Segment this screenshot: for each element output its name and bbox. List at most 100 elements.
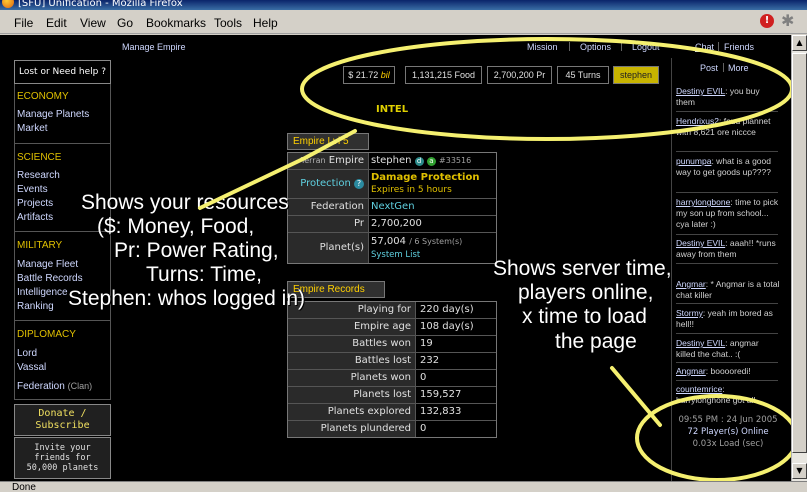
sidebar-item-battle-records[interactable]: Battle Records	[17, 273, 83, 284]
empire-key-label: Empire	[328, 155, 364, 166]
record-value: 159,527	[420, 389, 462, 400]
menu-file[interactable]: File	[14, 16, 33, 30]
intel-link[interactable]: INTEL	[376, 104, 408, 115]
record-key: Planets lost	[288, 387, 416, 403]
sidebar-item-events[interactable]: Events	[17, 184, 48, 195]
sidebar-item-intelligence[interactable]: Intelligence	[17, 287, 68, 298]
federation-value[interactable]: NextGen	[371, 199, 415, 215]
money-value: $ 21.72	[348, 70, 379, 80]
federation-row: Federation NextGen	[288, 199, 496, 216]
chat-link[interactable]: Chat	[695, 42, 714, 52]
chat-message: Destiny EVIL: aaah!! *runs away from the…	[676, 238, 780, 260]
sidebar-item-artifacts[interactable]: Artifacts	[17, 212, 53, 223]
sidebar-item-market[interactable]: Market	[17, 123, 48, 134]
page-viewport: Manage Empire Mission | Options | Logout…	[0, 35, 791, 481]
chat-user[interactable]: Angmar	[676, 279, 706, 289]
sidebar-item-ranking[interactable]: Ranking	[17, 301, 54, 312]
annotation-resources-line: Turns: Time,	[146, 263, 262, 286]
section-science: SCIENCE	[17, 152, 62, 163]
chat-user[interactable]: Angmar	[676, 366, 706, 376]
chat-user[interactable]: harrylongbone	[676, 197, 730, 207]
record-value: 108 day(s)	[420, 321, 474, 332]
chat-user[interactable]: Destiny EVIL	[676, 86, 725, 96]
chat-message: Destiny EVIL: you buy them	[676, 86, 780, 108]
menu-view[interactable]: View	[80, 16, 106, 30]
manage-empire-link[interactable]: Manage Empire	[122, 42, 186, 52]
logout-link[interactable]: Logout	[632, 42, 660, 52]
sidebar-item-manage-planets[interactable]: Manage Planets	[17, 109, 89, 120]
money-badge: $ 21.72 bil	[343, 66, 395, 84]
sidebar-item-lord[interactable]: Lord	[17, 348, 37, 359]
a-badge-icon[interactable]: a	[426, 157, 436, 166]
scroll-up-icon[interactable]: ▲	[792, 35, 807, 51]
annotation-resources-line: Stephen: whos logged in)	[68, 287, 305, 310]
mission-link[interactable]: Mission	[527, 42, 558, 52]
annotation-resources-line: Pr: Power Rating,	[114, 239, 279, 262]
chat-user[interactable]: Hendrixus2	[676, 116, 719, 126]
help-icon[interactable]: ?	[354, 179, 364, 189]
options-link[interactable]: Options	[580, 42, 611, 52]
page-load-time: 0.03x Load (sec)	[692, 439, 764, 449]
sidebar-item-research[interactable]: Research	[17, 170, 60, 181]
record-value: 0	[420, 423, 427, 434]
scroll-thumb[interactable]	[792, 53, 807, 453]
vertical-scrollbar[interactable]: ▲ ▼	[791, 35, 807, 481]
sidebar-item-projects[interactable]: Projects	[17, 198, 53, 209]
user-badge[interactable]: stephen	[613, 66, 659, 84]
sidebar-item-federation[interactable]: Federation (Clan)	[17, 381, 92, 392]
chat-divider	[676, 192, 778, 193]
menu-go[interactable]: Go	[117, 16, 133, 30]
d-badge-icon[interactable]: d	[414, 157, 424, 166]
players-online-link[interactable]: 72 Player(s) Online	[676, 427, 780, 437]
annotation-resources-line: Shows your resources	[81, 191, 289, 214]
menu-bar: File Edit View Go Bookmarks Tools Help	[0, 10, 807, 34]
chat-message: Stormy: yeah im bored as hell!!	[676, 308, 780, 330]
chat-divider	[676, 333, 778, 334]
chat-more-link[interactable]: More	[728, 63, 749, 73]
planets-row: Planet(s) 57,004 / 6 System(s) System Li…	[288, 233, 496, 263]
chat-divider	[676, 111, 778, 112]
record-row: Empire age 108 day(s)	[288, 319, 496, 336]
sidebar-item-vassal[interactable]: Vassal	[17, 362, 46, 373]
federation-key: Federation	[288, 199, 369, 215]
sidebar-divider	[14, 320, 111, 321]
chat-divider	[676, 234, 778, 235]
money-unit: bil	[380, 70, 390, 80]
firefox-icon	[2, 0, 14, 8]
record-key: Planets explored	[288, 404, 416, 420]
chat-user[interactable]: punumpa	[676, 156, 711, 166]
donate-label: Donate /	[38, 408, 87, 419]
chat-message: punumpa: what is a good way to get goods…	[676, 156, 780, 178]
chat-message: Angmar: booooredi!	[676, 366, 780, 377]
pr-key: Pr	[288, 216, 369, 232]
help-link[interactable]: Lost or Need help ?	[14, 60, 111, 84]
chat-divider	[676, 151, 778, 152]
chat-post-link[interactable]: Post	[700, 63, 718, 73]
stop-icon[interactable]: !	[760, 14, 774, 28]
record-value: 19	[420, 338, 433, 349]
chat-user[interactable]: countemrice	[676, 384, 722, 394]
invite-friends-button[interactable]: Invite your friends for 50,000 planets	[14, 437, 111, 479]
chat-user[interactable]: Stormy	[676, 308, 703, 318]
donate-button[interactable]: Donate / Subscribe	[14, 404, 111, 436]
status-text: Done	[12, 482, 36, 492]
menu-tools[interactable]: Tools	[214, 16, 242, 30]
sidebar-item-manage-fleet[interactable]: Manage Fleet	[17, 259, 78, 270]
chat-user[interactable]: Destiny EVIL	[676, 338, 725, 348]
record-row: Planets lost 159,527	[288, 387, 496, 404]
menu-bookmarks[interactable]: Bookmarks	[146, 16, 206, 30]
system-list-link[interactable]: System List	[371, 247, 420, 263]
menu-edit[interactable]: Edit	[46, 16, 67, 30]
chat-message: Hendrixus2: foud plannet with 8,621 ore …	[676, 116, 780, 138]
status-bar: Done	[0, 481, 807, 492]
record-row: Planets won 0	[288, 370, 496, 387]
record-row: Planets explored 132,833	[288, 404, 496, 421]
empire-row: Terran Empire stephen d a #33516	[288, 153, 496, 170]
race-label: Terran	[300, 156, 326, 165]
menu-help[interactable]: Help	[253, 16, 278, 30]
friends-link[interactable]: Friends	[724, 42, 754, 52]
record-key: Playing for	[288, 302, 416, 318]
scroll-down-icon[interactable]: ▼	[792, 463, 807, 479]
pr-value: 2,700,200	[371, 218, 422, 229]
chat-user[interactable]: Destiny EVIL	[676, 238, 725, 248]
